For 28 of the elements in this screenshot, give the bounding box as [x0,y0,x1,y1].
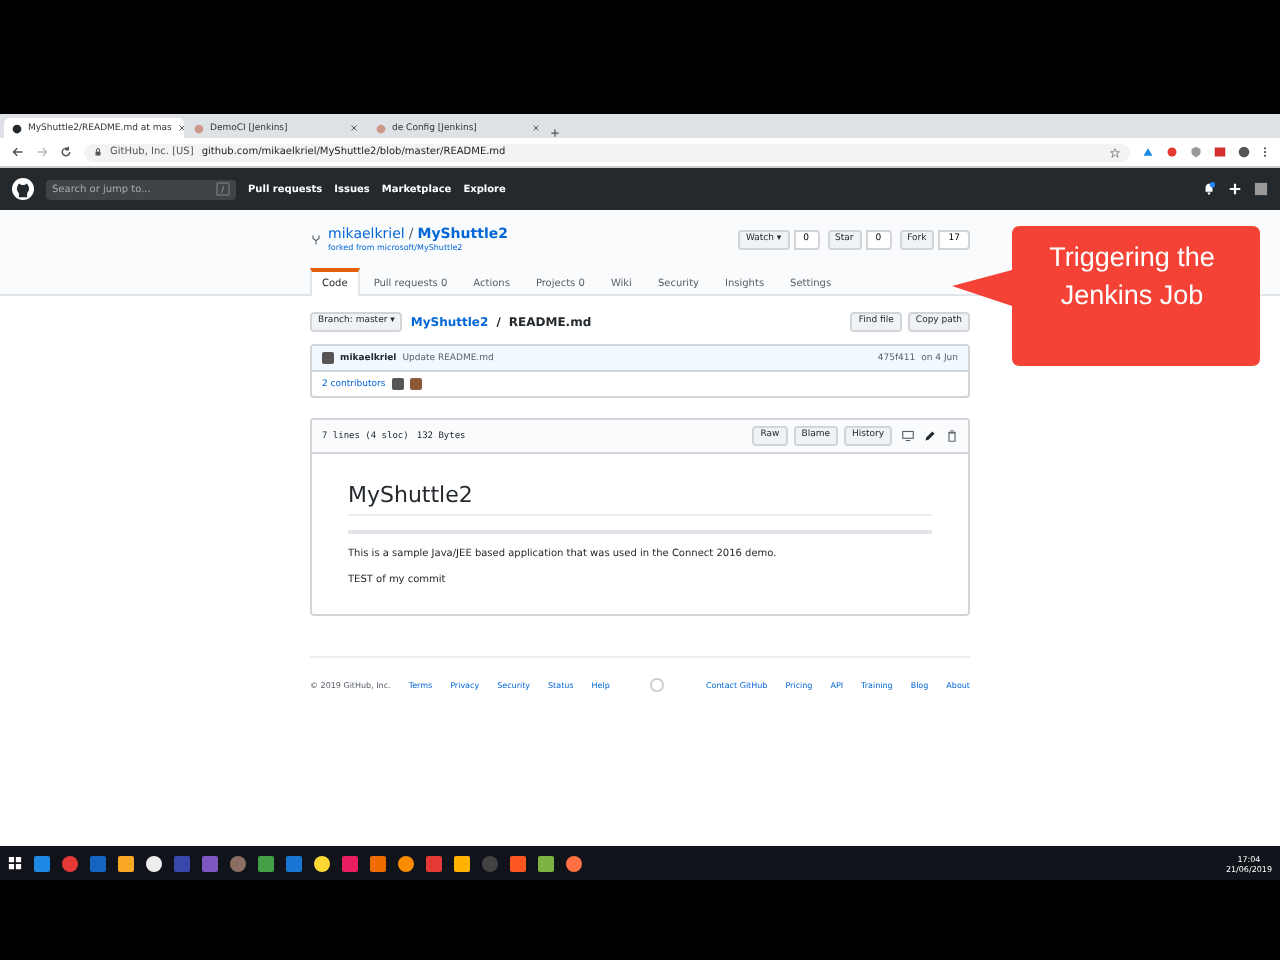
github-logo-icon [650,678,665,692]
lock-icon [94,148,102,156]
avatar-icon [322,352,334,364]
avatar-icon [1238,146,1250,158]
desktop-icon [902,430,914,442]
tab-favicon-icon [376,123,386,133]
tab-favicon-icon [12,123,22,133]
shield-icon [1190,146,1202,158]
tab-favicon-icon [194,123,204,133]
callout-text: Triggering the Jenkins Job [1047,240,1217,314]
trash-icon [946,430,958,442]
bell-icon [1202,182,1216,196]
menu-icon [1262,146,1268,158]
readme-heading: MyShuttle2 [348,482,932,516]
windows-start-icon [8,856,22,870]
avatar-icon [1254,182,1268,196]
pencil-icon [924,430,936,442]
forward-icon [36,146,48,158]
reload-icon [60,146,72,158]
plus-icon [550,128,560,138]
close-icon [177,124,184,132]
back-icon [12,146,24,158]
star-icon [1110,147,1120,157]
plus-icon [1228,182,1242,196]
fork-icon [310,233,322,245]
github-logo-icon [12,178,34,200]
close-icon [350,124,358,132]
close-icon [532,124,540,132]
